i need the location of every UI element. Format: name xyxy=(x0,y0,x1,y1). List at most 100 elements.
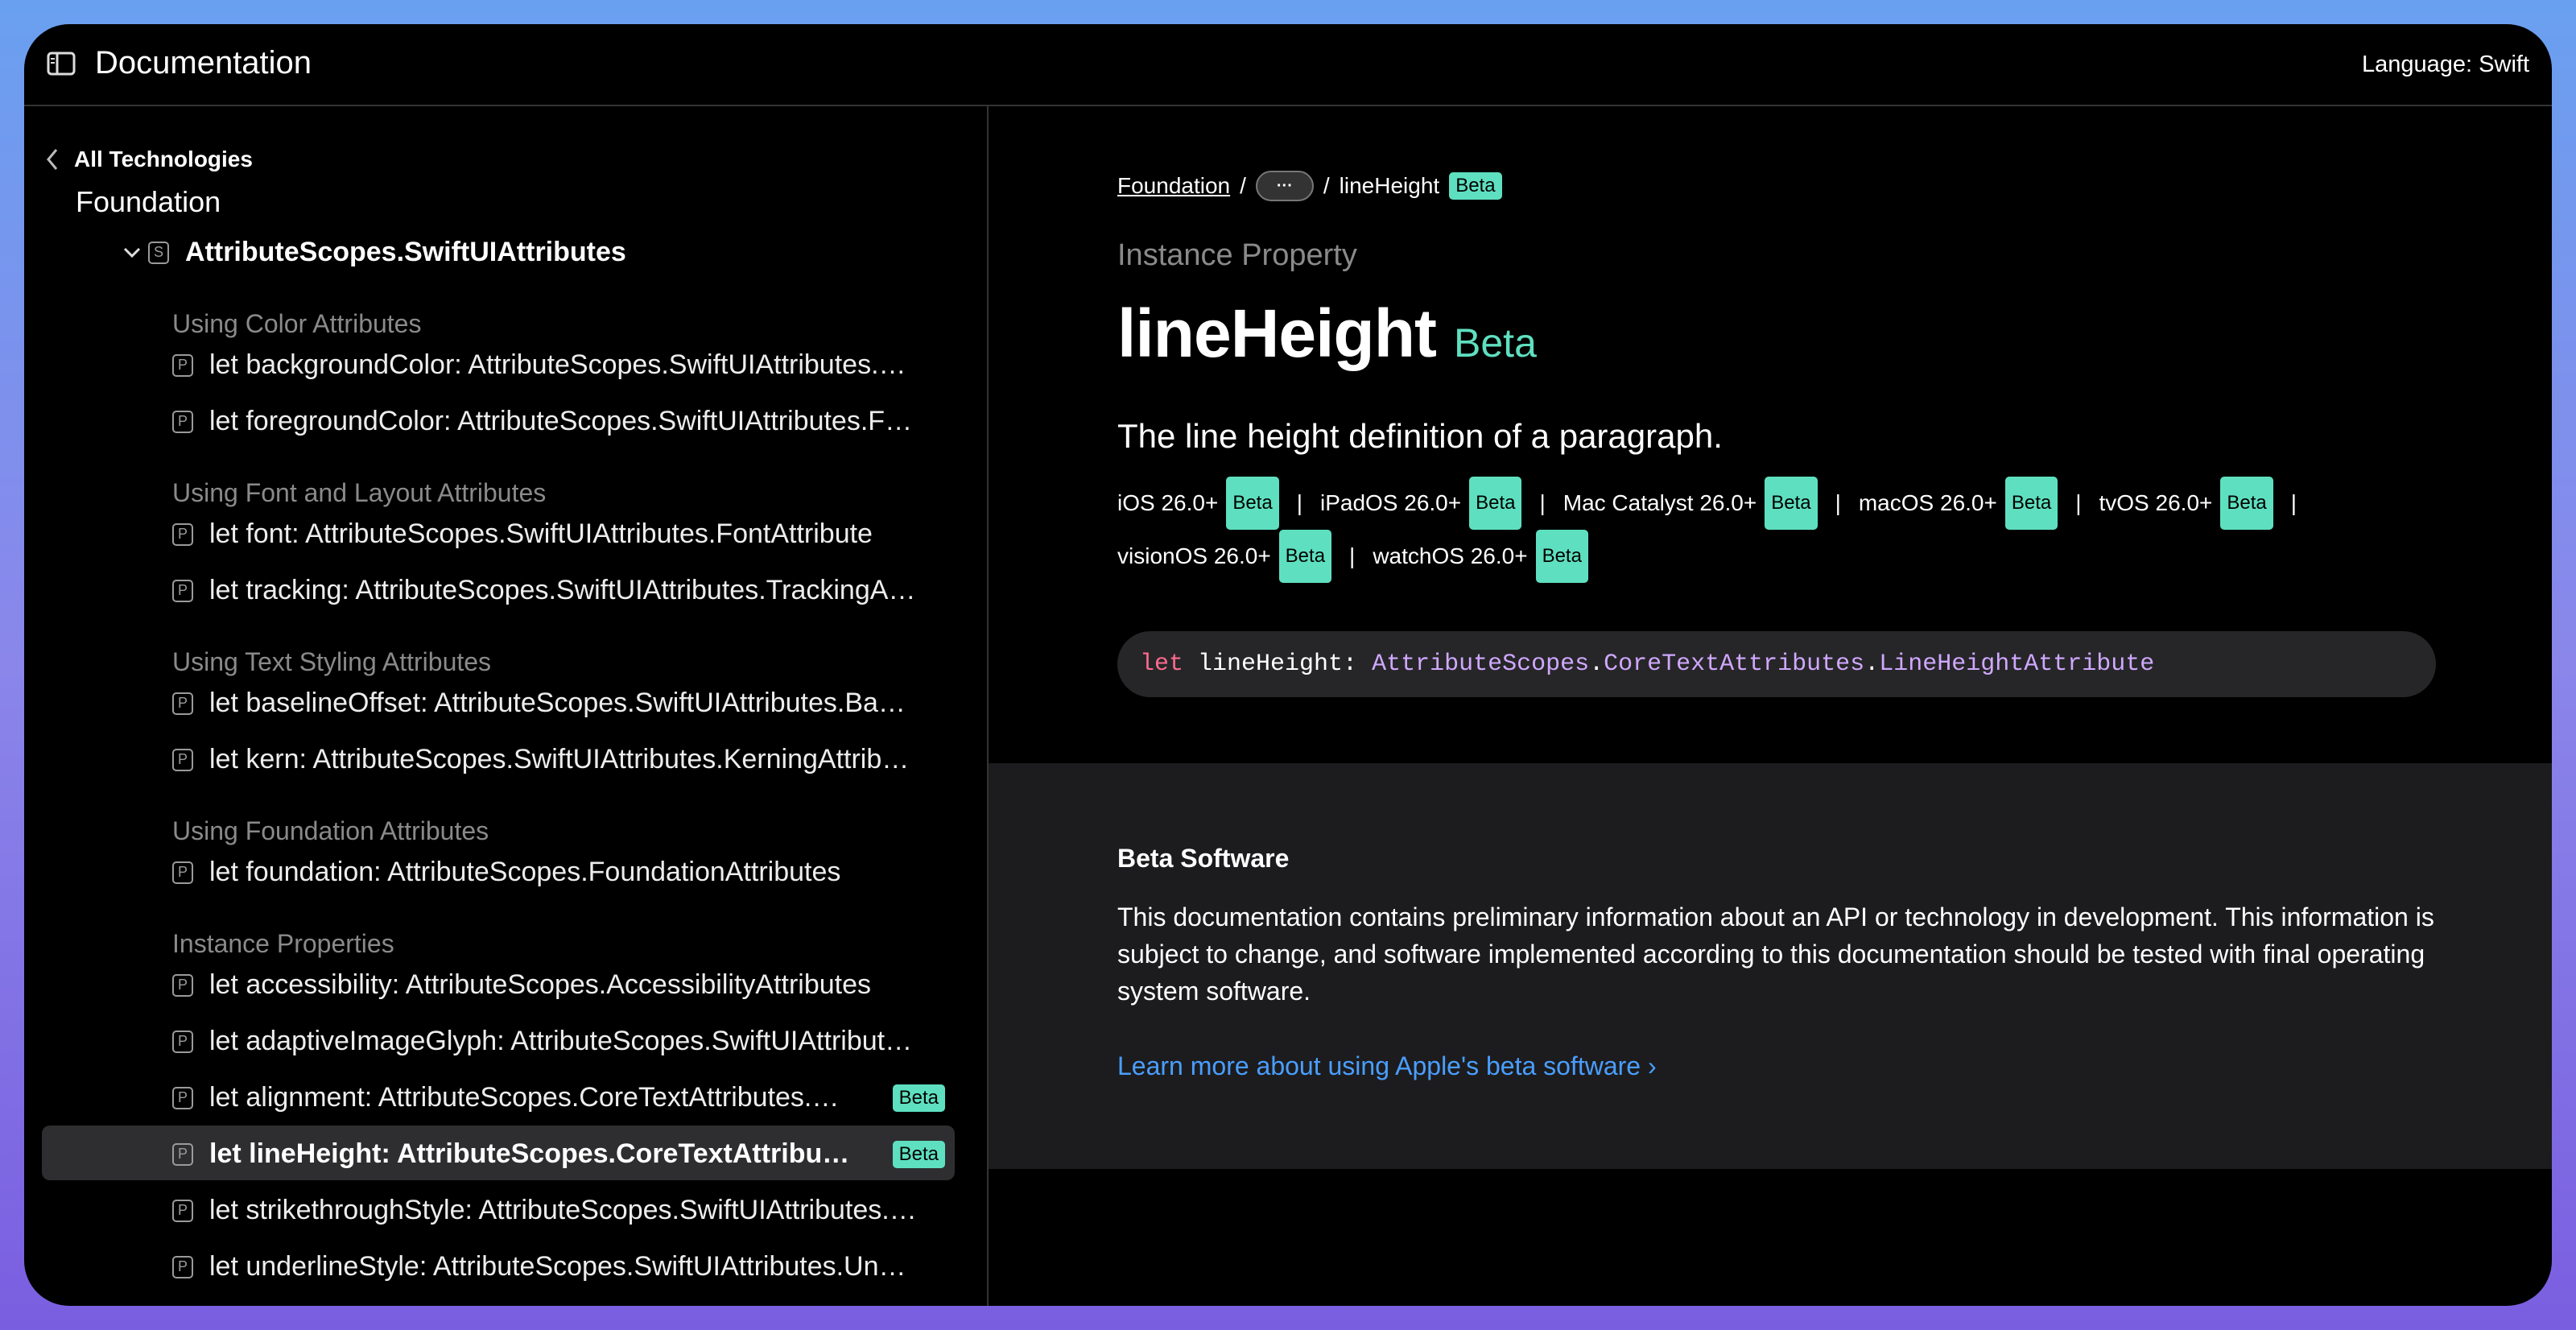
platform-name: macOS 26.0+ xyxy=(1858,490,1997,515)
sidebar-item-label: let font: AttributeScopes.SwiftUIAttribu… xyxy=(209,518,873,549)
beta-software-link[interactable]: Learn more about using Apple's beta soft… xyxy=(1117,1051,1657,1081)
code-keyword: let xyxy=(1140,651,1184,678)
sidebar-item[interactable]: Plet foregroundColor: AttributeScopes.Sw… xyxy=(172,406,945,437)
property-icon: P xyxy=(172,1142,193,1166)
title-beta-label: Beta xyxy=(1454,320,1537,366)
sidebar-item-label: let strikethroughStyle: AttributeScopes.… xyxy=(209,1195,918,1225)
documentation-window: Documentation Language: Swift All Techno… xyxy=(24,24,2552,1306)
code-type-link[interactable]: AttributeScopes xyxy=(1372,651,1589,678)
beta-badge: Beta xyxy=(1278,530,1332,583)
platform-name: visionOS 26.0+ xyxy=(1117,543,1271,568)
sidebar-item-label: let backgroundColor: AttributeScopes.Swi… xyxy=(209,349,918,380)
code-dot: . xyxy=(1589,651,1604,678)
beta-notice-body: This documentation contains preliminary … xyxy=(1117,902,2434,1006)
sidebar-item[interactable]: Plet baselineOffset: AttributeScopes.Swi… xyxy=(172,688,945,719)
platform-item: visionOS 26.0+ Beta xyxy=(1117,530,1332,583)
platform-item: iOS 26.0+ Beta xyxy=(1117,477,1279,530)
property-icon: P xyxy=(172,692,193,715)
platform-item: tvOS 26.0+ Beta xyxy=(2099,477,2273,530)
page-title-text: lineHeight xyxy=(1117,295,1437,371)
chevron-down-icon[interactable] xyxy=(122,245,142,261)
framework-title[interactable]: Foundation xyxy=(76,185,221,219)
group-heading: Using Text Styling Attributes xyxy=(172,647,492,676)
sidebar-item[interactable]: Plet foundation: AttributeScopes.Foundat… xyxy=(172,857,945,888)
sidebar-item-label: let adaptiveImageGlyph: AttributeScopes.… xyxy=(209,1026,918,1056)
sidebar-item[interactable]: Plet adaptiveImageGlyph: AttributeScopes… xyxy=(172,1026,945,1057)
property-icon: P xyxy=(172,748,193,771)
language-selector[interactable]: Language: Swift xyxy=(2362,52,2529,78)
sidebar-item-label: let baselineOffset: AttributeScopes.Swif… xyxy=(209,688,918,718)
breadcrumb-root-link[interactable]: Foundation xyxy=(1117,173,1230,199)
breadcrumb-separator: / xyxy=(1240,173,1246,198)
breadcrumb-current: lineHeight xyxy=(1339,173,1440,198)
platform-name: tvOS 26.0+ xyxy=(2099,490,2213,515)
property-icon: P xyxy=(172,1255,193,1278)
property-icon: P xyxy=(172,522,193,546)
struct-icon: S xyxy=(148,241,169,264)
app-title: Documentation xyxy=(95,45,312,81)
breadcrumb-separator: / xyxy=(1323,173,1330,198)
breadcrumb-ellipsis-button[interactable]: ··· xyxy=(1255,171,1314,201)
top-bar: Documentation Language: Swift xyxy=(24,24,2552,106)
sidebar-item-selected[interactable]: Plet lineHeight: AttributeScopes.CoreTex… xyxy=(172,1138,945,1170)
divider: | xyxy=(2075,490,2082,515)
chevron-left-icon xyxy=(47,149,58,170)
sidebar-item-label: let foregroundColor: AttributeScopes.Swi… xyxy=(209,406,918,436)
platform-availability: iOS 26.0+ Beta | iPadOS 26.0+ Beta | Mac Catal… xyxy=(1117,477,2405,583)
sidebar-toggle-icon[interactable] xyxy=(47,52,76,76)
breadcrumb: Foundation / ··· / lineHeight Beta xyxy=(1117,171,1502,201)
declaration-code: let lineHeight: AttributeScopes. CoreText… xyxy=(1117,631,2436,697)
property-icon: P xyxy=(172,1086,193,1109)
beta-badge: Beta xyxy=(1765,477,1818,530)
sidebar-item[interactable]: Plet kern: AttributeScopes.SwiftUIAttrib… xyxy=(172,744,945,775)
beta-badge: Beta xyxy=(892,1140,945,1168)
beta-badge: Beta xyxy=(1535,530,1588,583)
sidebar-item[interactable]: Plet underlineStyle: AttributeScopes.Swi… xyxy=(172,1251,945,1282)
page-title: lineHeight Beta xyxy=(1117,295,1537,373)
sidebar-item[interactable]: Plet backgroundColor: AttributeScopes.Sw… xyxy=(172,349,945,381)
platform-name: Mac Catalyst 26.0+ xyxy=(1563,490,1757,515)
sidebar-item-label: let underlineStyle: AttributeScopes.Swif… xyxy=(209,1251,918,1282)
back-to-technologies-link[interactable]: All Technologies xyxy=(45,147,253,172)
beta-badge: Beta xyxy=(1469,477,1522,530)
sidebar-item-label: let alignment: AttributeScopes.CoreTextA… xyxy=(209,1082,853,1113)
platform-name: iPadOS 26.0+ xyxy=(1319,490,1462,515)
property-icon: P xyxy=(172,410,193,433)
beta-notice: Beta Software This documentation contain… xyxy=(989,763,2552,1169)
type-tree-node[interactable]: S AttributeScopes.SwiftUIAttributes xyxy=(122,237,626,268)
abstract: The line height definition of a paragrap… xyxy=(1117,417,1723,455)
group-heading: Using Foundation Attributes xyxy=(172,816,489,845)
property-icon: P xyxy=(172,1030,193,1053)
beta-badge: Beta xyxy=(2004,477,2058,530)
sidebar-item[interactable]: Plet alignment: AttributeScopes.CoreText… xyxy=(172,1082,945,1113)
platform-item: watchOS 26.0+ Beta xyxy=(1373,530,1588,583)
property-icon: P xyxy=(172,973,193,997)
code-identifier: lineHeight: xyxy=(1198,651,1358,678)
platform-name: iOS 26.0+ xyxy=(1117,490,1219,515)
code-type-link[interactable]: LineHeightAttribute xyxy=(1879,651,2154,678)
type-name: AttributeScopes.SwiftUIAttributes xyxy=(185,237,626,267)
code-type-link[interactable]: CoreTextAttributes xyxy=(1604,651,1864,678)
language-value: Swift xyxy=(2479,52,2529,77)
divider: | xyxy=(1539,490,1546,515)
beta-badge: Beta xyxy=(892,1084,945,1112)
beta-badge: Beta xyxy=(1226,477,1279,530)
property-icon: P xyxy=(172,579,193,602)
property-icon: P xyxy=(172,861,193,884)
group-heading: Using Color Attributes xyxy=(172,309,422,338)
group-heading: Using Font and Layout Attributes xyxy=(172,478,547,507)
sidebar-item[interactable]: Plet strikethroughStyle: AttributeScopes… xyxy=(172,1195,945,1226)
sidebar-item-label: let kern: AttributeScopes.SwiftUIAttribu… xyxy=(209,744,918,774)
platform-item: macOS 26.0+ Beta xyxy=(1859,477,2058,530)
platform-item: iPadOS 26.0+ Beta xyxy=(1320,477,1522,530)
sidebar-item[interactable]: Plet font: AttributeScopes.SwiftUIAttrib… xyxy=(172,518,945,550)
divider: | xyxy=(1835,490,1841,515)
sidebar-item-label: let accessibility: AttributeScopes.Acces… xyxy=(209,969,872,1000)
sidebar-item[interactable]: Plet tracking: AttributeScopes.SwiftUIAt… xyxy=(172,575,945,606)
sidebar-item[interactable]: Plet accessibility: AttributeScopes.Acce… xyxy=(172,969,945,1001)
beta-badge: Beta xyxy=(2220,477,2273,530)
platform-name: watchOS 26.0+ xyxy=(1373,543,1528,568)
beta-badge: Beta xyxy=(1449,172,1502,200)
divider: | xyxy=(1349,543,1356,568)
platform-item: Mac Catalyst 26.0+ Beta xyxy=(1563,477,1818,530)
